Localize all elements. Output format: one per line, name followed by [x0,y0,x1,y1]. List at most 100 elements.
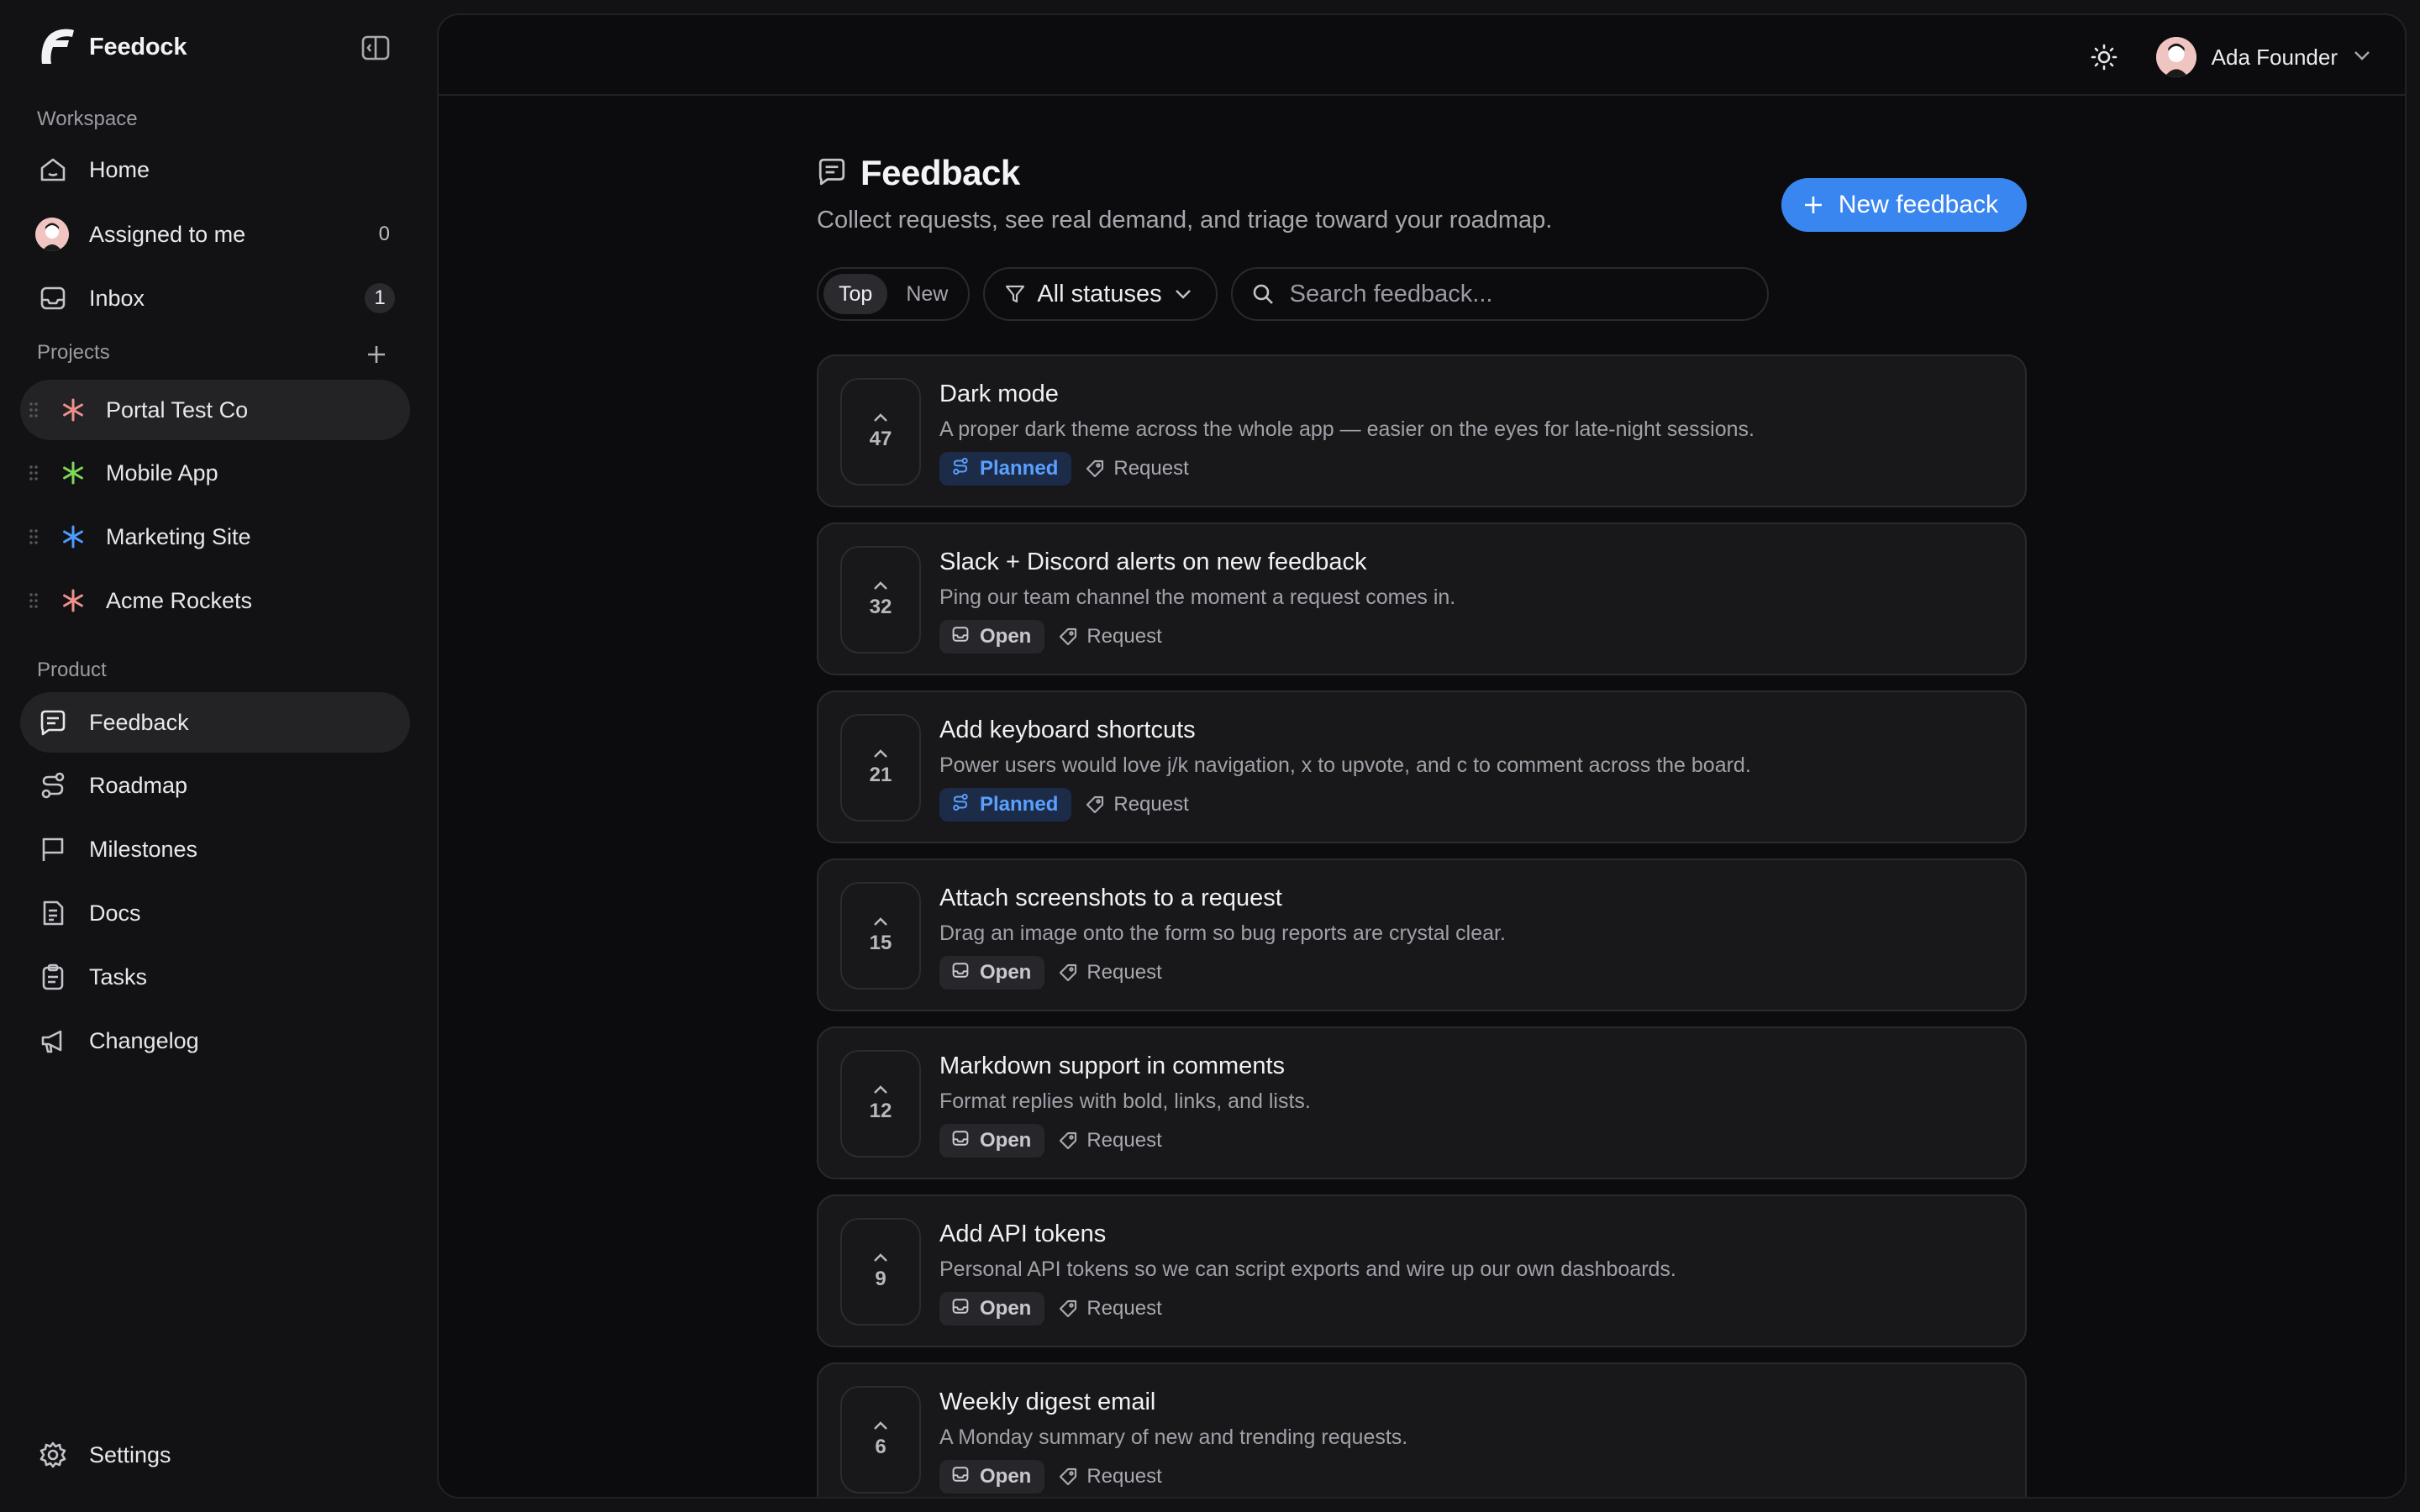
drag-handle-icon[interactable] [27,589,40,612]
feedback-title[interactable]: Weekly digest email [939,1386,2000,1418]
type-tag[interactable]: Request [1058,961,1162,984]
type-tag[interactable]: Request [1058,1129,1162,1152]
chevron-up-icon [874,1421,887,1430]
sidebar-item-milestones[interactable]: Milestones [20,819,410,879]
new-feedback-button[interactable]: New feedback [1781,178,2027,232]
feedback-card[interactable]: 21 Add keyboard shortcuts Power users wo… [817,690,2027,843]
sidebar-item-assigned-to-me[interactable]: Assigned to me 0 [20,204,410,265]
sidebar-item-tasks[interactable]: Tasks [20,947,410,1007]
new-feedback-label: New feedback [1838,191,1998,218]
feedback-card[interactable]: 9 Add API tokens Personal API tokens so … [817,1194,2027,1347]
drag-handle-icon[interactable] [27,525,40,549]
brand[interactable]: Feedock [35,24,187,71]
upvote-button[interactable]: 9 [840,1218,921,1326]
upvote-button[interactable]: 6 [840,1386,921,1494]
feedback-title[interactable]: Add keyboard shortcuts [939,714,2000,746]
status-label: Planned [980,793,1059,816]
sidebar-project-label: Marketing Site [106,523,251,549]
feedback-tags: Open Request [939,1124,2000,1158]
feedback-tags: Open Request [939,620,2000,654]
sidebar-project-mobile-app[interactable]: Mobile App [20,443,410,503]
sidebar-item-home[interactable]: Home [20,139,410,200]
feedback-content: Feedback Collect requests, see real dema… [817,150,2027,1497]
gear-icon [37,1439,69,1471]
sort-toggle: Top New [817,267,971,321]
type-tag[interactable]: Request [1058,625,1162,648]
sidebar-item-label: Tasks [89,963,148,990]
brand-name: Feedock [89,33,187,60]
page-header: Feedback Collect requests, see real dema… [817,150,2027,250]
status-badge[interactable]: Open [939,620,1045,654]
type-tag[interactable]: Request [1058,1465,1162,1488]
vote-count: 32 [869,596,892,618]
search-input[interactable] [1289,280,1727,308]
tag-icon [1060,1467,1077,1486]
sidebar-project-acme-rockets[interactable]: Acme Rockets [20,570,410,631]
type-label: Request [1086,961,1162,984]
sidebar-toggle-icon[interactable] [360,32,392,64]
drag-handle-icon[interactable] [27,461,40,485]
feedback-description: Drag an image onto the form so bug repor… [939,921,1506,945]
workspace-section-label: Workspace [37,108,138,130]
feedback-title[interactable]: Dark mode [939,378,2000,410]
feedback-card[interactable]: 12 Markdown support in comments Format r… [817,1026,2027,1179]
sidebar-item-inbox[interactable]: Inbox 1 [20,268,410,328]
feedback-title[interactable]: Markdown support in comments [939,1050,2000,1082]
sort-new-button[interactable]: New [891,274,963,314]
status-badge[interactable]: Planned [939,452,1072,486]
sidebar-item-roadmap[interactable]: Roadmap [20,755,410,816]
upvote-button[interactable]: 47 [840,378,921,486]
feedback-card-body: Add API tokens Personal API tokens so we… [939,1218,2000,1326]
feedback-title[interactable]: Attach screenshots to a request [939,882,2000,914]
upvote-button[interactable]: 15 [840,882,921,990]
avatar [2155,37,2196,77]
upvote-button[interactable]: 21 [840,714,921,822]
status-badge[interactable]: Planned [939,788,1072,822]
sidebar-project-portal-test-co[interactable]: Portal Test Co [20,380,410,440]
type-tag[interactable]: Request [1058,1297,1162,1320]
filter-bar: Top New All statuses [817,267,2027,321]
type-tag[interactable]: Request [1085,793,1189,816]
feedback-tags: Open Request [939,1292,2000,1326]
sun-icon[interactable] [2087,40,2121,74]
drag-handle-icon[interactable] [27,398,40,422]
sidebar-project-marketing-site[interactable]: Marketing Site [20,507,410,567]
upvote-button[interactable]: 32 [840,546,921,654]
feedback-tags: Open Request [939,1460,2000,1494]
feedback-icon [37,706,69,738]
type-tag[interactable]: Request [1085,457,1189,480]
app-root: Feedock Workspace Home Assigned to me 0 [0,0,2420,1512]
status-badge[interactable]: Open [939,1124,1045,1158]
sidebar-item-feedback[interactable]: Feedback [20,692,410,753]
status-badge[interactable]: Open [939,956,1045,990]
upvote-button[interactable]: 12 [840,1050,921,1158]
add-project-plus-icon[interactable] [361,339,392,370]
user-menu[interactable]: Ada Founder [2155,34,2371,81]
status-label: Open [980,1465,1032,1488]
status-filter-select[interactable]: All statuses [983,267,1218,321]
sort-top-button[interactable]: Top [823,274,888,314]
status-filter-label: All statuses [1037,280,1162,307]
status-badge[interactable]: Open [939,1292,1045,1326]
status-badge[interactable]: Open [939,1460,1045,1494]
sidebar-item-docs[interactable]: Docs [20,883,410,943]
feedback-card[interactable]: 6 Weekly digest email A Monday summary o… [817,1362,2027,1497]
search-icon [1253,284,1273,304]
feedback-card-body: Weekly digest email A Monday summary of … [939,1386,2000,1494]
roadmap-icon [37,769,69,801]
sidebar-item-settings[interactable]: Settings [20,1425,410,1485]
sidebar-project-label: Mobile App [106,459,218,486]
feedback-title[interactable]: Slack + Discord alerts on new feedback [939,546,2000,578]
feedback-card[interactable]: 32 Slack + Discord alerts on new feedbac… [817,522,2027,675]
feedback-description: Format replies with bold, links, and lis… [939,1089,1311,1113]
docs-icon [37,897,69,929]
inbox-icon [951,961,970,985]
home-icon [37,154,69,186]
sidebar-item-changelog[interactable]: Changelog [20,1011,410,1071]
feedback-card[interactable]: 15 Attach screenshots to a request Drag … [817,858,2027,1011]
sidebar-item-label: Roadmap [89,772,188,798]
feedback-card[interactable]: 47 Dark mode A proper dark theme across … [817,354,2027,507]
chevron-up-icon [874,581,887,590]
chevron-down-icon [1175,290,1191,299]
feedback-title[interactable]: Add API tokens [939,1218,2000,1250]
